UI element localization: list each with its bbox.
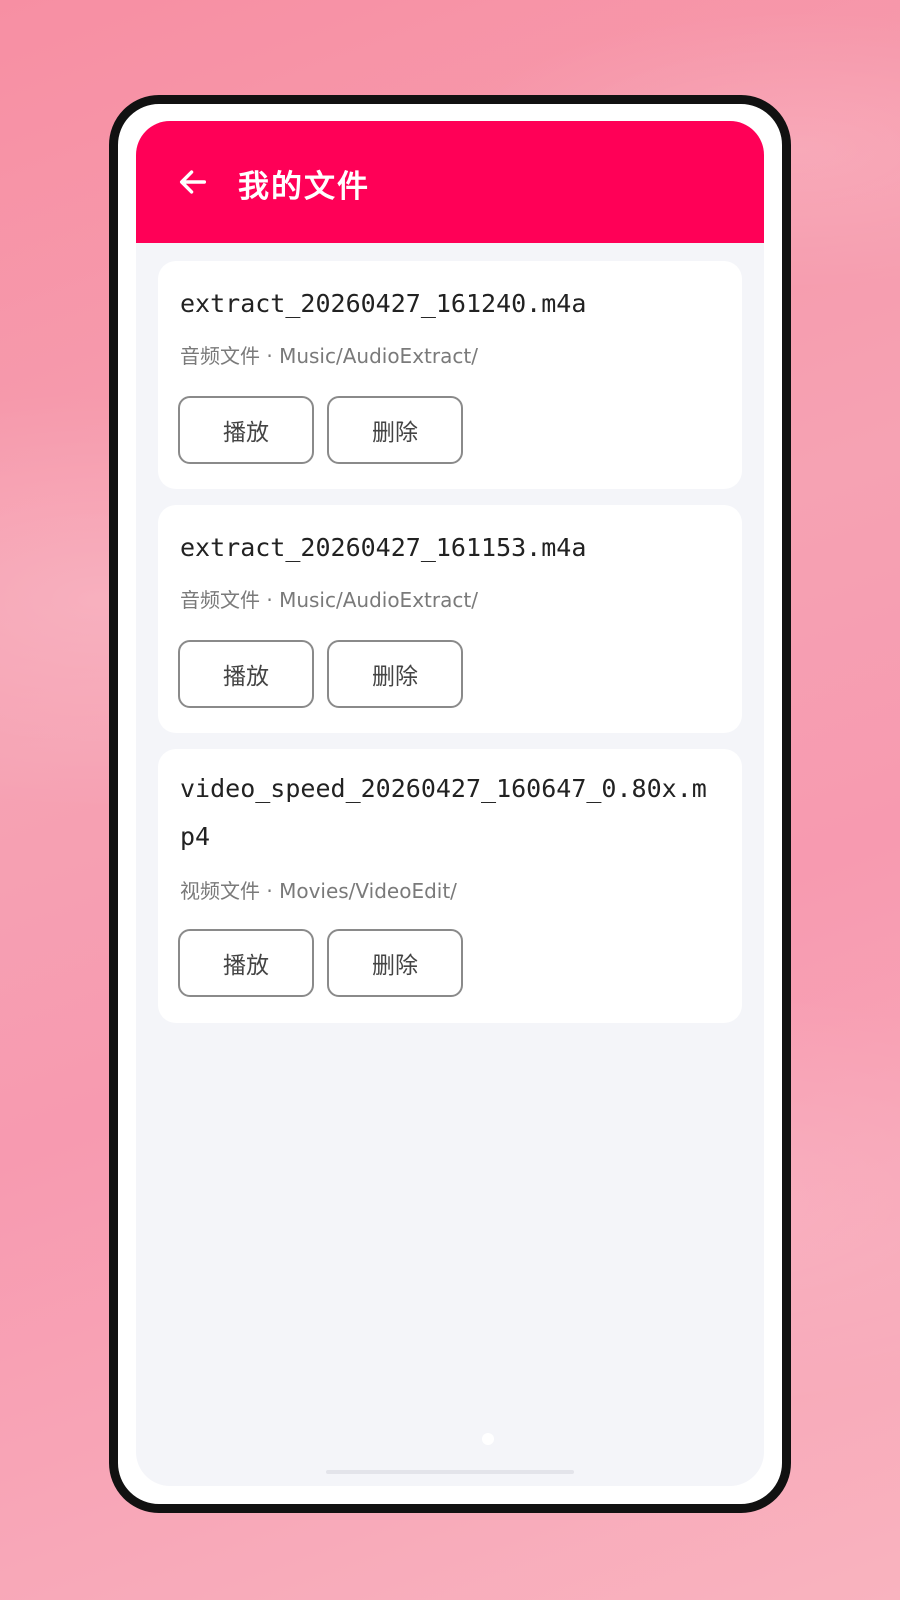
delete-button[interactable]: 删除 — [327, 640, 463, 708]
nav-dot — [482, 1433, 494, 1445]
file-card: video_speed_20260427_160647_0.80x.mp4 视频… — [158, 749, 742, 1023]
file-meta: 视频文件 · Movies/VideoEdit/ — [180, 879, 457, 903]
play-button[interactable]: 播放 — [178, 396, 314, 464]
app-bar: 我的文件 — [136, 121, 764, 243]
app-screen: 我的文件 extract_20260427_161240.m4a 音频文件 · … — [136, 121, 764, 1486]
file-name: extract_20260427_161240.m4a — [180, 289, 587, 318]
file-name: video_speed_20260427_160647_0.80x.mp4 — [180, 774, 707, 851]
arrow-left-icon[interactable] — [176, 165, 210, 199]
page-title: 我的文件 — [238, 169, 370, 205]
file-meta: 音频文件 · Music/AudioExtract/ — [180, 588, 478, 612]
file-name: extract_20260427_161153.m4a — [180, 533, 587, 562]
delete-button[interactable]: 删除 — [327, 929, 463, 997]
play-button[interactable]: 播放 — [178, 929, 314, 997]
file-meta: 音频文件 · Music/AudioExtract/ — [180, 344, 478, 368]
home-indicator[interactable] — [326, 1470, 574, 1474]
phone-frame: 我的文件 extract_20260427_161240.m4a 音频文件 · … — [109, 95, 791, 1513]
play-button[interactable]: 播放 — [178, 640, 314, 708]
delete-button[interactable]: 删除 — [327, 396, 463, 464]
file-card: extract_20260427_161153.m4a 音频文件 · Music… — [158, 505, 742, 733]
file-card: extract_20260427_161240.m4a 音频文件 · Music… — [158, 261, 742, 489]
